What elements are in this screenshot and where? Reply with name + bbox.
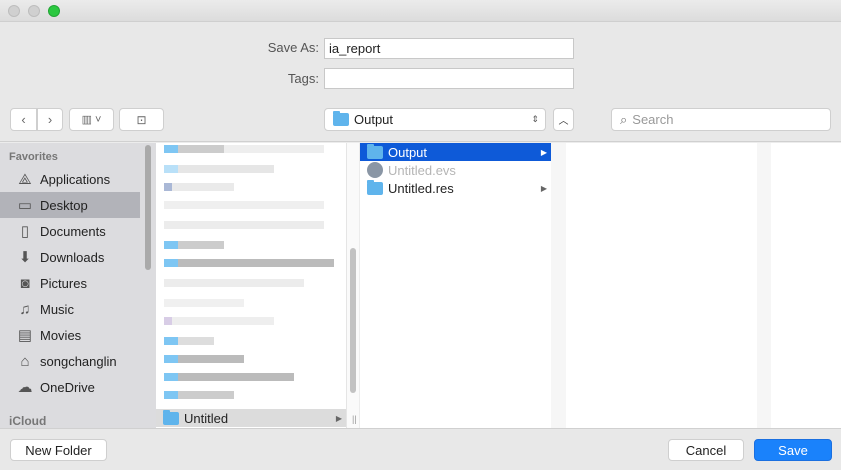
folder-icon [333, 111, 349, 126]
save-as-label: Save As: [267, 40, 319, 55]
item-label: Untitled.evs [388, 162, 456, 178]
sidebar-item-documents[interactable]: ▯ Documents [0, 218, 140, 244]
view-mode-button[interactable]: ▥ ˅ [69, 108, 114, 131]
search-placeholder: Search [632, 112, 674, 127]
sidebar: Favorites ⟁ Applications ▭ Desktop ▯ Docume… [0, 143, 156, 428]
close-button[interactable] [8, 5, 20, 17]
sidebar-item-label: Applications [40, 171, 111, 187]
sidebar-item-movies[interactable]: ▤ Movies [0, 322, 140, 348]
chevron-left-icon: ‹ [21, 112, 26, 127]
sidebar-item-label: Movies [40, 327, 82, 343]
cancel-button[interactable]: Cancel [668, 439, 744, 461]
item-label: Untitled [184, 410, 229, 426]
updown-icon: ⇕ [531, 114, 539, 124]
list-item-untitled-evs: Untitled.evs [360, 161, 551, 179]
music-icon: ♫ [19, 300, 31, 318]
applications-icon: ⟁ [18, 170, 32, 188]
location-popup[interactable]: Output ⇕ [324, 108, 546, 131]
favorites-header: Favorites [9, 151, 58, 163]
item-label: Output [388, 144, 428, 160]
new-folder-icon-button[interactable]: ⊡ [119, 108, 164, 131]
collapse-button[interactable]: ︿ [553, 108, 574, 131]
search-icon: ⌕ [620, 111, 628, 127]
tags-input[interactable] [324, 68, 574, 89]
sidebar-item-label: OneDrive [40, 379, 95, 395]
column-3: || [556, 143, 757, 428]
columns-icon: ▥ ˅ [81, 114, 102, 126]
sidebar-item-label: Desktop [40, 197, 88, 213]
tags-label: Tags: [287, 71, 319, 86]
new-folder-button[interactable]: New Folder [10, 439, 107, 461]
column-1: Untitled ▶ [156, 143, 346, 428]
cloud-icon: ☁ [17, 379, 33, 396]
list-item-output[interactable]: Output ▶ [360, 143, 551, 161]
title-bar [0, 0, 841, 22]
zoom-button[interactable] [48, 5, 60, 17]
evs-file-icon [367, 162, 383, 178]
location-label: Output [354, 112, 394, 127]
save-as-input[interactable]: ia_report [324, 38, 574, 59]
sidebar-item-pictures[interactable]: ◙ Pictures [0, 270, 140, 296]
folder-icon [163, 409, 179, 425]
column-1-scrollbar[interactable] [346, 143, 359, 428]
sidebar-item-downloads[interactable]: ⬇ Downloads [0, 244, 140, 270]
sidebar-item-applications[interactable]: ⟁ Applications [0, 166, 140, 192]
forward-button[interactable]: › [37, 108, 63, 131]
sidebar-item-desktop[interactable]: ▭ Desktop [0, 192, 140, 218]
disclosure-arrow-icon: ▶ [540, 147, 547, 157]
column-4: || [761, 143, 841, 428]
minimize-button[interactable] [28, 5, 40, 17]
pictures-icon: ◙ [20, 274, 30, 292]
disclosure-arrow-icon: ▶ [335, 413, 342, 423]
new-folder-icon: ⊡ [136, 112, 147, 127]
downloads-icon: ⬇ [18, 249, 32, 266]
disclosure-arrow-icon: ▶ [540, 183, 547, 193]
sidebar-scrollbar[interactable] [145, 145, 151, 270]
sidebar-item-onedrive[interactable]: ☁ OneDrive [0, 374, 140, 400]
icloud-header: iCloud [9, 414, 47, 428]
desktop-icon: ▭ [17, 197, 33, 214]
documents-icon: ▯ [20, 223, 30, 240]
sidebar-item-label: Documents [40, 223, 106, 239]
sidebar-item-label: Music [40, 301, 74, 317]
folder-icon [367, 179, 383, 195]
list-item-untitled-res[interactable]: Untitled.res ▶ [360, 179, 551, 197]
chevron-up-icon: ︿ [558, 116, 569, 127]
sidebar-item-label: Pictures [40, 275, 87, 291]
chevron-right-icon: › [47, 112, 53, 127]
item-label: Untitled.res [388, 180, 454, 196]
list-item-untitled[interactable]: Untitled ▶ [156, 409, 346, 427]
movies-icon: ▤ [17, 327, 33, 344]
save-button[interactable]: Save [754, 439, 832, 461]
sidebar-item-home[interactable]: ⌂ songchanglin [0, 348, 140, 374]
sidebar-item-label: Downloads [40, 249, 105, 265]
home-icon: ⌂ [20, 352, 30, 370]
back-button[interactable]: ‹ [10, 108, 37, 131]
folder-icon [367, 143, 383, 159]
column-2: Output ▶ Untitled.evs Untitled.res ▶ || [352, 143, 551, 428]
column-resize-handle[interactable]: || [352, 414, 357, 424]
sidebar-item-label: songchanglin [40, 353, 117, 369]
search-input[interactable]: ⌕ Search [611, 108, 831, 131]
sidebar-item-music[interactable]: ♫ Music [0, 296, 140, 322]
